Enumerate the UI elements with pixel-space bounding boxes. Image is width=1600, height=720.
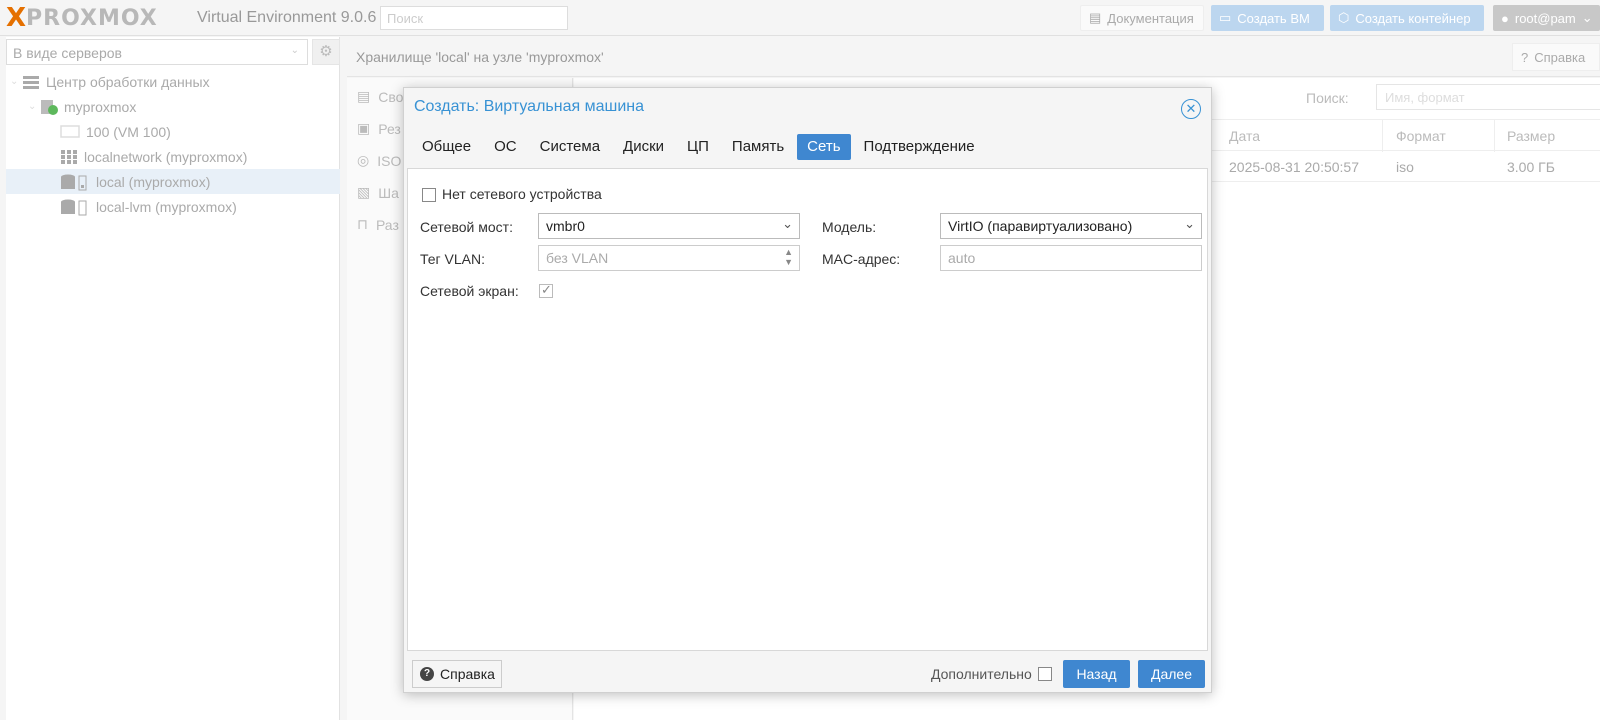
tab-system[interactable]: Система: [530, 134, 610, 160]
top-bar: X PROXMOX Virtual Environment 9.0.6 Поиск…: [0, 0, 1600, 36]
cube-icon: ⬡: [1338, 10, 1350, 25]
next-button[interactable]: Далее: [1138, 660, 1205, 688]
monitor-icon: ▭: [1219, 10, 1232, 25]
page-title: Хранилище 'local' на узле 'myproxmox': [356, 49, 604, 65]
column-divider: [1494, 120, 1495, 152]
tree-item-sdn[interactable]: localnetwork (myproxmox): [6, 144, 340, 169]
spinner-arrows-icon[interactable]: ▲ ▼: [784, 247, 793, 267]
cell-size: 3.00 ГБ: [1507, 159, 1555, 175]
create-ct-button[interactable]: ⬡ Создать контейнер: [1330, 5, 1484, 31]
chevron-down-icon: ⌄: [782, 216, 793, 231]
chevron-down-icon: ⌄: [1184, 216, 1195, 231]
template-icon: ▧: [357, 184, 371, 200]
dialog-title: Создать: Виртуальная машина: [414, 98, 644, 115]
question-icon: ?: [420, 667, 434, 681]
tab-os[interactable]: ОС: [484, 134, 527, 160]
content-header: Хранилище 'local' на узле 'myproxmox' ? …: [347, 37, 1600, 77]
book-icon: ▤: [1089, 10, 1102, 25]
proxmox-logo: X PROXMOX: [6, 3, 158, 33]
grid-search-label: Поиск:: [1306, 90, 1349, 106]
column-header-date[interactable]: Дата: [1229, 128, 1260, 144]
subnav-item-iso[interactable]: ◎ ISO: [357, 152, 401, 169]
tree-item-vm[interactable]: 100 (VM 100): [6, 119, 340, 144]
tab-network[interactable]: Сеть: [797, 134, 851, 160]
column-header-size[interactable]: Размер: [1507, 128, 1555, 144]
advanced-checkbox[interactable]: [1038, 667, 1052, 681]
question-icon: ?: [1521, 49, 1529, 65]
mac-address-field[interactable]: auto: [940, 245, 1202, 271]
no-network-label: Нет сетевого устройства: [442, 186, 602, 202]
close-icon[interactable]: ✕: [1181, 99, 1201, 119]
no-network-checkbox[interactable]: [422, 188, 436, 202]
grid-search-input[interactable]: Имя, формат: [1376, 84, 1600, 110]
tab-memory[interactable]: Память: [722, 134, 794, 160]
view-select[interactable]: В виде серверов ⌄: [6, 39, 308, 65]
help-button[interactable]: ? Справка: [1512, 43, 1600, 71]
floppy-icon: ▣: [357, 120, 371, 136]
database-icon: [60, 199, 90, 215]
database-icon: [60, 174, 90, 190]
subnav-item-summary[interactable]: ▤ Сво: [357, 88, 403, 105]
vlan-tag-field[interactable]: без VLAN ▲ ▼: [538, 245, 800, 271]
tree-item-node[interactable]: ⌄ myproxmox: [6, 94, 340, 119]
version-title: Virtual Environment 9.0.6: [197, 9, 377, 26]
model-select[interactable]: VirtIO (паравиртуализовано) ⌄: [940, 213, 1202, 239]
book-icon: ▤: [357, 88, 371, 104]
grid-icon: [60, 149, 78, 165]
help-button[interactable]: ? Справка: [412, 660, 502, 688]
resource-tree-panel: В виде серверов ⌄ ⚙ ⌄ Центр обработки да…: [6, 37, 340, 720]
subnav-item-backups[interactable]: ▣ Рез: [357, 120, 401, 137]
model-label: Модель:: [822, 219, 877, 235]
firewall-label: Сетевой экран:: [420, 283, 519, 299]
subnav-item-permissions[interactable]: ⊓ Раз: [357, 216, 399, 233]
global-search-input[interactable]: Поиск: [380, 6, 568, 30]
chevron-down-icon: ⌄: [290, 45, 299, 56]
chevron-down-icon: ⌄: [1581, 10, 1593, 25]
create-vm-button[interactable]: ▭ Создать ВМ: [1211, 5, 1324, 31]
tree-item-datacenter[interactable]: ⌄ Центр обработки данных: [6, 69, 340, 94]
tab-cpu[interactable]: ЦП: [677, 134, 719, 160]
tree-item-storage-local-lvm[interactable]: local-lvm (myproxmox): [6, 194, 340, 219]
network-panel: Нет сетевого устройства Сетевой мост: vm…: [407, 168, 1208, 651]
user-icon: ●: [1501, 10, 1509, 26]
tab-disks[interactable]: Диски: [613, 134, 674, 160]
subnav-item-templates[interactable]: ▧ Ша: [357, 184, 399, 201]
tab-confirm[interactable]: Подтверждение: [854, 134, 985, 160]
column-divider: [1382, 120, 1383, 152]
cell-date: 2025-08-31 20:50:57: [1229, 159, 1359, 175]
collapse-icon[interactable]: ⌄: [28, 101, 40, 112]
wizard-tabs: Общее ОС Система Диски ЦП Память Сеть По…: [412, 134, 988, 160]
resource-tree: ⌄ Центр обработки данных ⌄ myproxmox 100…: [6, 69, 340, 219]
column-header-format[interactable]: Формат: [1396, 128, 1446, 144]
bridge-select[interactable]: vmbr0 ⌄: [538, 213, 800, 239]
cell-format: iso: [1396, 159, 1414, 175]
vlan-label: Тег VLAN:: [420, 251, 486, 267]
dialog-footer: ? Справка Дополнительно Назад Далее: [404, 654, 1211, 692]
node-online-icon: [40, 99, 58, 115]
bridge-label: Сетевой мост:: [420, 219, 513, 235]
datacenter-icon: [22, 74, 40, 90]
firewall-checkbox[interactable]: [539, 282, 553, 298]
collapse-icon[interactable]: ⌄: [10, 76, 22, 87]
gear-icon[interactable]: ⚙: [312, 39, 340, 65]
disc-icon: ◎: [357, 152, 370, 168]
back-button[interactable]: Назад: [1063, 660, 1130, 688]
mac-label: MAC-адрес:: [822, 251, 901, 267]
monitor-icon: [60, 124, 80, 140]
unlock-icon: ⊓: [357, 216, 368, 232]
advanced-label: Дополнительно: [931, 666, 1032, 682]
create-vm-dialog: Создать: Виртуальная машина ✕ Общее ОС С…: [403, 87, 1212, 693]
tree-item-storage-local[interactable]: local (myproxmox): [6, 169, 340, 194]
documentation-button[interactable]: ▤ Документация: [1080, 5, 1204, 31]
user-menu-button[interactable]: ● root@pam ⌄: [1493, 5, 1600, 31]
tab-general[interactable]: Общее: [412, 134, 481, 160]
